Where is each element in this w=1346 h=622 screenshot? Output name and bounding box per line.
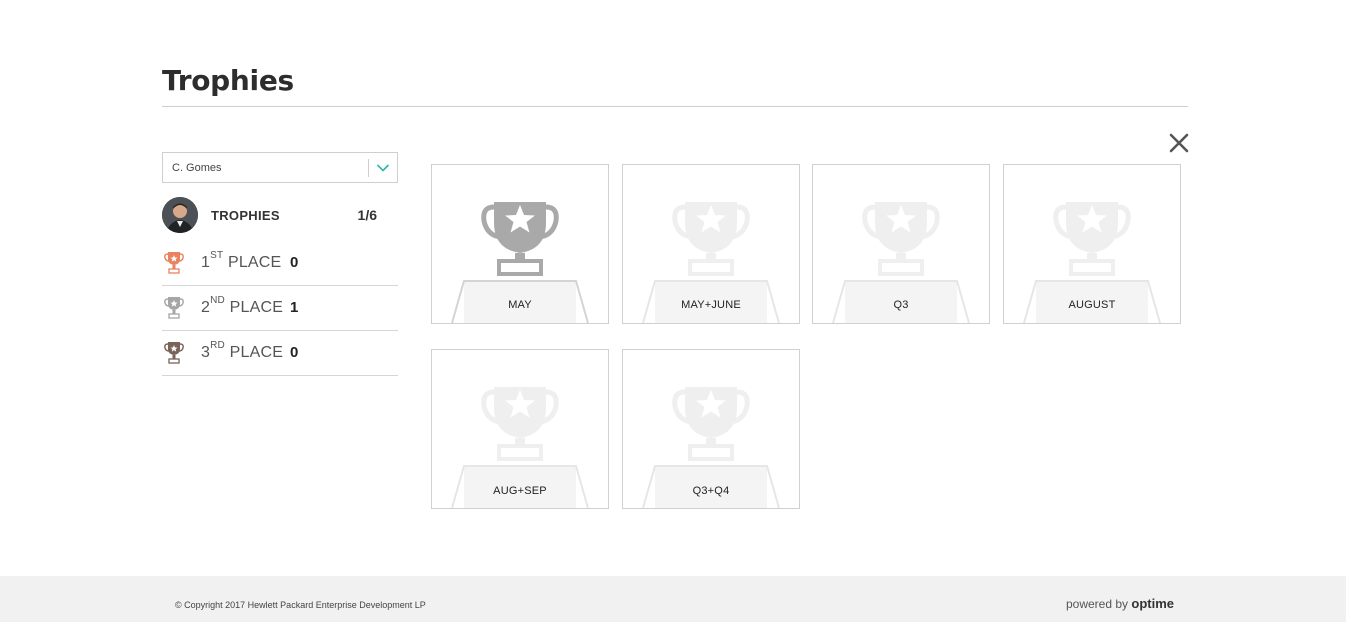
title-divider <box>162 106 1188 107</box>
first-place-trophy-icon <box>164 252 184 274</box>
place-row-first: 1ST PLACE 0 <box>162 241 398 286</box>
third-place-trophy-icon <box>164 342 184 364</box>
trophy-card[interactable]: AUG+SEP <box>431 349 609 509</box>
first-place-label: 1ST PLACE <box>201 250 282 271</box>
select-divider <box>368 159 369 177</box>
first-place-value: 0 <box>290 254 299 271</box>
place-row-third: 3RD PLACE 0 <box>162 331 398 376</box>
powered-by-prefix: powered by <box>1065 597 1129 611</box>
trophy-card[interactable]: MAY+JUNE <box>622 164 800 324</box>
trophy-summary: TROPHIES 1/6 <box>162 197 398 233</box>
third-place-label: 3RD PLACE <box>201 340 284 361</box>
trophy-card[interactable]: Q3 <box>812 164 990 324</box>
chevron-down-icon <box>376 164 390 172</box>
trophy-label: Q3+Q4 <box>692 485 730 497</box>
second-place-label: 2ND PLACE <box>201 295 284 316</box>
avatar <box>162 197 198 233</box>
powered-by[interactable]: powered by optime <box>1066 596 1174 611</box>
summary-label: TROPHIES <box>211 208 280 223</box>
second-place-trophy-icon <box>164 297 184 319</box>
trophy-label: Q3 <box>893 299 909 311</box>
close-icon <box>1169 133 1189 153</box>
user-select-value: C. Gomes <box>172 162 222 174</box>
trophy-card[interactable]: MAY <box>431 164 609 324</box>
brand-logo: optime <box>1131 596 1174 611</box>
second-place-value: 1 <box>290 299 299 316</box>
place-row-second: 2ND PLACE 1 <box>162 286 398 331</box>
copyright-text: © Copyright 2017 Hewlett Packard Enterpr… <box>175 600 426 610</box>
trophy-label: AUG+SEP <box>493 485 547 497</box>
summary-count: 1/6 <box>357 207 377 223</box>
trophy-label: MAY <box>508 299 532 311</box>
trophy-label: MAY+JUNE <box>681 299 741 311</box>
close-button[interactable] <box>1166 130 1192 156</box>
page-title: Trophies <box>162 64 294 97</box>
trophy-card[interactable]: Q3+Q4 <box>622 349 800 509</box>
user-select[interactable]: C. Gomes <box>162 152 398 183</box>
footer: © Copyright 2017 Hewlett Packard Enterpr… <box>0 576 1346 622</box>
third-place-value: 0 <box>290 344 299 361</box>
trophy-label: AUGUST <box>1068 299 1116 311</box>
trophy-card[interactable]: AUGUST <box>1003 164 1181 324</box>
